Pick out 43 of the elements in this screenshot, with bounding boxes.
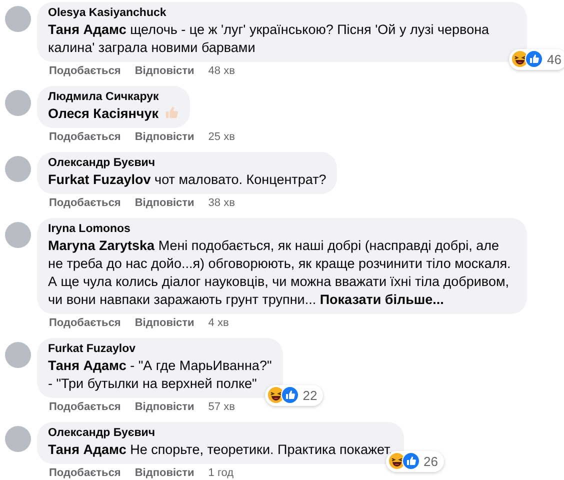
like-link[interactable]: Подобається xyxy=(49,316,121,330)
like-link[interactable]: Подобається xyxy=(49,64,121,78)
like-link[interactable]: Подобається xyxy=(49,196,121,210)
thumbs-up-icon xyxy=(280,386,299,404)
thumbs-up-icon xyxy=(525,50,543,68)
comment-text: Maryna Zarytska Мені подобається, як наші добрі (насправді добрі, але не треба до нас дойо...я) обговорюють, як краще розчинити тіло москаля. А ще чула колись діалог науковців, чи можна вважати їхні тіла добривом, чи вони навпаки заражають грунт трупни... Показати більше... xyxy=(48,237,512,309)
author-name[interactable]: Олександр Буєвич xyxy=(48,156,326,171)
comment-time[interactable]: 1 год xyxy=(208,466,234,480)
author-name[interactable]: Iryna Lomonos xyxy=(48,222,516,237)
reactions-badge[interactable]: 22 xyxy=(264,384,324,406)
comment-text: Furkat Fuzaylov чот маловато. Концентрат? xyxy=(48,171,326,189)
avatar[interactable] xyxy=(5,426,31,452)
like-link[interactable]: Подобається xyxy=(49,130,121,144)
thumbs-up-icon xyxy=(402,452,420,470)
comment-time[interactable]: 38 хв xyxy=(208,196,235,210)
reply-link[interactable]: Відповісти xyxy=(134,400,194,414)
reply-link[interactable]: Відповісти xyxy=(134,316,194,330)
reaction-count: 22 xyxy=(302,386,318,404)
comment-text: Таня Адамс щелочь - це ж 'луг' українською? Пісня 'Ой у лузі червона калина' заграла новими барвами xyxy=(48,21,490,57)
comment-time[interactable]: 57 хв xyxy=(208,400,235,414)
like-link[interactable]: Подобається xyxy=(49,466,121,480)
comment-time[interactable]: 48 хв xyxy=(208,64,235,78)
avatar[interactable] xyxy=(5,90,31,116)
avatar[interactable] xyxy=(5,6,31,32)
reply-link[interactable]: Відповісти xyxy=(134,64,194,78)
reply-link[interactable]: Відповісти xyxy=(134,466,194,480)
reply-link[interactable]: Відповісти xyxy=(134,196,194,210)
author-name[interactable]: Олександр Буєвич xyxy=(48,426,393,441)
avatar[interactable] xyxy=(5,156,31,182)
reactions-badge[interactable]: 46 xyxy=(509,48,564,70)
avatar[interactable] xyxy=(5,342,31,368)
author-name[interactable]: Furkat Fuzaylov xyxy=(48,342,272,357)
author-name[interactable]: Olesya Kasiyanchuck xyxy=(48,6,516,21)
avatar[interactable] xyxy=(5,222,31,248)
show-more-link[interactable]: Показати більше... xyxy=(320,292,444,307)
comment-time[interactable]: 4 хв xyxy=(208,316,229,330)
author-name[interactable]: Людмила Сичкарук xyxy=(48,90,178,105)
reaction-count: 46 xyxy=(547,50,562,68)
reply-link[interactable]: Відповісти xyxy=(134,130,194,144)
comment-text: Олеся Касіянчук xyxy=(48,105,178,123)
like-link[interactable]: Подобається xyxy=(49,400,121,414)
comment-time[interactable]: 25 хв xyxy=(208,130,235,144)
reaction-count: 26 xyxy=(424,452,438,470)
